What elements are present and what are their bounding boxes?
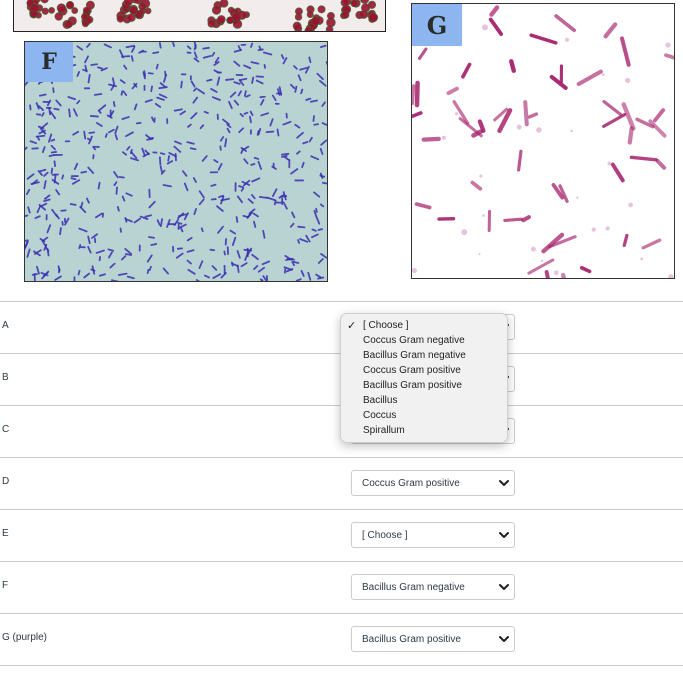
question-row: G (purple) Bacillus Gram positive (0, 613, 683, 666)
select-option[interactable]: Bacillus Gram negative (363, 350, 466, 361)
chevron-down-icon (499, 480, 509, 486)
answer-select[interactable]: Bacillus Gram positive (351, 626, 515, 652)
select-option[interactable]: Coccus (363, 410, 396, 421)
micrograph-g: G (411, 3, 675, 279)
checkmark-icon: ✓ (347, 320, 357, 332)
question-label: B (2, 372, 9, 383)
table-bottom-divider (0, 665, 683, 666)
chevron-down-icon (499, 584, 509, 590)
micrograph-f-label: F (25, 42, 73, 82)
question-row: E [ Choose ] (0, 509, 683, 562)
answer-select[interactable]: Coccus Gram positive (351, 470, 515, 496)
top-micrograph-cropped (13, 0, 386, 32)
question-row: F Bacillus Gram negative (0, 561, 683, 614)
question-label: C (2, 424, 10, 435)
select-option[interactable]: Coccus Gram positive (363, 365, 461, 376)
answer-select[interactable]: Bacillus Gram negative (351, 574, 515, 600)
select-option[interactable]: Spirallum (363, 425, 405, 436)
question-row: D Coccus Gram positive (0, 457, 683, 510)
select-option[interactable]: Bacillus Gram positive (363, 380, 462, 391)
answer-select-value: Coccus Gram positive (362, 478, 460, 489)
chevron-down-icon (499, 636, 509, 642)
select-options-menu[interactable]: ✓ [ Choose ] Coccus Gram negative Bacillus… (340, 313, 508, 443)
question-label: E (2, 528, 9, 539)
select-option[interactable]: Coccus Gram negative (363, 335, 465, 346)
answer-select-value: Bacillus Gram positive (362, 634, 461, 645)
answer-select-value: [ Choose ] (362, 530, 408, 541)
select-option[interactable]: Bacillus (363, 395, 397, 406)
question-label: F (2, 580, 9, 591)
question-label: A (2, 320, 9, 331)
question-label: D (2, 476, 10, 487)
chevron-down-icon (499, 532, 509, 538)
question-label: G (purple) (2, 632, 48, 643)
select-option[interactable]: [ Choose ] (363, 320, 409, 331)
answer-select[interactable]: [ Choose ] (351, 522, 515, 548)
micrograph-f: F (24, 41, 328, 282)
answer-select-value: Bacillus Gram negative (362, 582, 465, 593)
micrograph-g-label: G (412, 4, 462, 46)
